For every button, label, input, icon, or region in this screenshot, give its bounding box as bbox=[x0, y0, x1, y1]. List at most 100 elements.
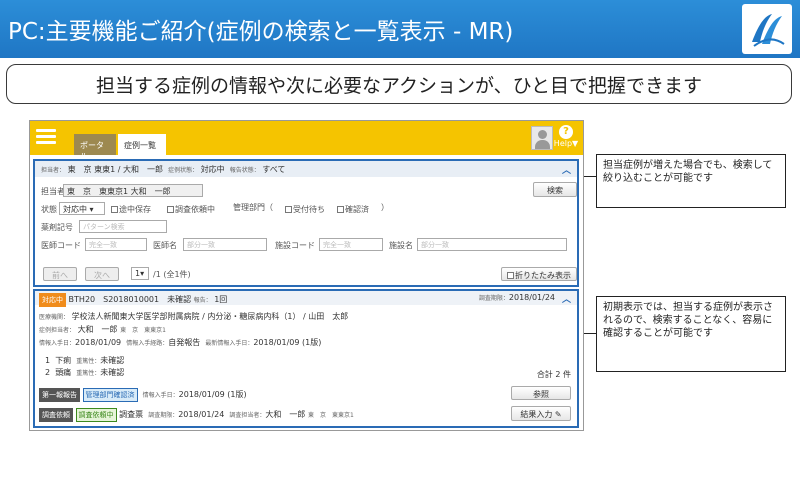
collapse-chevron-icon[interactable]: ︿ bbox=[562, 163, 571, 176]
received-check-icon[interactable] bbox=[285, 206, 292, 213]
status-label: 状態 bbox=[41, 205, 57, 214]
callout-connector-1 bbox=[584, 176, 596, 177]
status-select[interactable]: 対応中 ▾ bbox=[59, 202, 105, 215]
institution-label: 医療機関： bbox=[39, 314, 70, 321]
page-info: /1 (全1件) bbox=[153, 270, 191, 279]
brand-logo bbox=[742, 4, 792, 54]
doctor-code-input[interactable]: 完全一致 bbox=[85, 238, 147, 251]
report-count-label: 報告： bbox=[193, 297, 212, 304]
summary-report-value: すべて bbox=[262, 165, 286, 174]
case-tantou-row: 症例担当者： 大和 一郎 東 京 東東京1 bbox=[39, 324, 166, 335]
confirmed-check-icon[interactable] bbox=[337, 206, 344, 213]
facility-name-input[interactable]: 部分一致 bbox=[417, 238, 567, 251]
event2-no: 2 bbox=[45, 368, 51, 377]
investigate-check-icon[interactable] bbox=[167, 206, 174, 213]
investigate-badge: 調査依頼 bbox=[39, 408, 73, 422]
total-count: 合計 2 件 bbox=[536, 370, 571, 379]
facility-name-label: 施設名 bbox=[389, 241, 413, 250]
survey-label: 調査票 bbox=[119, 410, 144, 419]
case-tantou-dept: 東 京 東東京1 bbox=[120, 327, 166, 334]
title-bar: PC:主要機能ご紹介(症例の検索と一覧表示 - MR) bbox=[0, 0, 800, 58]
next-button[interactable]: 次へ bbox=[85, 267, 119, 281]
result-input-label: 結果入力 bbox=[520, 410, 553, 419]
tantou-label: 担当者 bbox=[41, 187, 65, 196]
event2-name: 頭痛 bbox=[55, 368, 72, 377]
summary-report-label: 報告状態： bbox=[229, 167, 260, 174]
institution-row: 医療機関： 学校法人新聞東大学医学部附属病院 / 内分泌・糖尿病内科（1） / … bbox=[39, 311, 348, 322]
event-row-1: 1 下痢 重篤性：未確認 bbox=[45, 355, 124, 366]
help-button[interactable]: ? Help▼ bbox=[553, 125, 579, 151]
fold-toggle[interactable]: 折りたたみ表示 bbox=[501, 267, 577, 281]
latest-date-label: 最新情報入手日： bbox=[205, 340, 254, 347]
callout-search: 担当症例が増えた場合でも、検索して絞り込むことが可能です bbox=[596, 154, 786, 208]
fold-check-icon[interactable] bbox=[507, 272, 514, 279]
event2-value: 未確認 bbox=[100, 368, 125, 377]
first-info-label: 情報入手日： bbox=[142, 392, 179, 399]
status-badge: 対応中 bbox=[39, 293, 66, 307]
search-panel: 担当者： 東 京 東東1 / 大和 一郎 症例状態： 対応中 報告状態： すべて… bbox=[33, 159, 579, 287]
doctor-name-input[interactable]: 部分一致 bbox=[183, 238, 267, 251]
result-header[interactable]: 対応中 BTH20 S2018010001 未確認 報告： 1回 調査期限：20… bbox=[35, 291, 577, 307]
received-label: 受付待ち bbox=[293, 205, 325, 214]
logo-mark bbox=[752, 14, 785, 47]
callout-list: 初期表示では、担当する症例が表示されるので、検索することなく、容易に確認すること… bbox=[596, 296, 786, 372]
doctor-code-label: 医師コード bbox=[41, 241, 81, 250]
case-tantou-label: 症例担当者： bbox=[39, 327, 76, 334]
drug-input[interactable]: パターン検索 bbox=[79, 220, 167, 233]
summary-status-value: 対応中 bbox=[200, 165, 225, 174]
search-summary[interactable]: 担当者： 東 京 東東1 / 大和 一郎 症例状態： 対応中 報告状態： すべて… bbox=[35, 161, 577, 177]
case-tantou-value: 大和 一郎 bbox=[77, 325, 118, 334]
event-row-2: 2 頭痛 重篤性：未確認 bbox=[45, 367, 124, 378]
event1-label: 重篤性： bbox=[76, 358, 101, 365]
event1-no: 1 bbox=[45, 356, 51, 365]
app-header: ポータル 症例一覧 ? Help▼ bbox=[30, 121, 583, 161]
pause-label: 途中保存 bbox=[119, 205, 151, 214]
first-report-badge: 第一報報告 bbox=[39, 388, 80, 402]
search-button[interactable]: 検索 bbox=[533, 182, 577, 197]
result-collapse-icon[interactable]: ︿ bbox=[562, 292, 571, 305]
event1-name: 下痢 bbox=[55, 356, 72, 365]
pencil-icon: ✎ bbox=[554, 410, 562, 419]
callout-connector-2 bbox=[584, 333, 596, 334]
first-info-value: 2018/01/09 (1版) bbox=[178, 390, 247, 399]
app-screenshot: ポータル 症例一覧 ? Help▼ 担当者： 東 京 東東1 / 大和 一郎 症… bbox=[29, 120, 584, 431]
doctor-name-label: 医師名 bbox=[153, 241, 177, 250]
survey-tantou-label: 調査担当者： bbox=[229, 412, 266, 419]
facility-code-input[interactable]: 完全一致 bbox=[319, 238, 383, 251]
fold-label: 折りたたみ表示 bbox=[515, 271, 571, 280]
tab-case-list[interactable]: 症例一覧 bbox=[118, 134, 166, 155]
pause-check-icon[interactable] bbox=[111, 206, 118, 213]
survey-due-label: 調査期限： bbox=[148, 412, 179, 419]
summary-tantou-value: 東 京 東東1 / 大和 一郎 bbox=[67, 165, 163, 174]
investigate-label: 調査依頼中 bbox=[175, 205, 215, 214]
due-date-label: 調査期限： bbox=[478, 295, 509, 302]
tab-portal[interactable]: ポータル bbox=[74, 134, 116, 161]
info-date-value: 2018/01/09 bbox=[75, 338, 122, 347]
tantou-field[interactable]: 東 京 東東京1 大和 一郎 bbox=[63, 184, 203, 197]
info-row: 情報入手日：2018/01/09 情報入手経路：自発報告 最新情報入手日：201… bbox=[39, 337, 321, 348]
confirmed-checkbox[interactable]: 確認済 bbox=[337, 204, 369, 215]
subtitle-box: 担当する症例の情報や次に必要なアクションが、ひと目で把握できます bbox=[6, 64, 792, 104]
first-report-row: 第一報報告 管理部門確認済 情報入手日：2018/01/09 (1版) bbox=[39, 388, 247, 402]
prev-button[interactable]: 前へ bbox=[43, 267, 77, 281]
survey-tantou-value: 大和 一郎 bbox=[265, 410, 306, 419]
investigate-checkbox[interactable]: 調査依頼中 bbox=[167, 204, 215, 215]
received-checkbox[interactable]: 受付待ち bbox=[285, 204, 325, 215]
survey-due-value: 2018/01/24 bbox=[178, 410, 225, 419]
user-avatar-icon[interactable] bbox=[531, 126, 553, 150]
drug-label: 薬剤記号 bbox=[41, 223, 73, 232]
mgmt-label: 管理部門（ bbox=[233, 203, 273, 212]
page-select[interactable]: 1▾ bbox=[131, 267, 149, 280]
info-route-label: 情報入手経路： bbox=[126, 340, 169, 347]
menu-icon[interactable] bbox=[36, 129, 56, 145]
event2-label: 重篤性： bbox=[76, 370, 101, 377]
pause-checkbox[interactable]: 途中保存 bbox=[111, 204, 151, 215]
facility-code-label: 施設コード bbox=[275, 241, 315, 250]
reference-button[interactable]: 参照 bbox=[511, 386, 571, 400]
summary-status-label: 症例状態： bbox=[168, 167, 199, 174]
result-input-button[interactable]: 結果入力 ✎ bbox=[511, 406, 571, 421]
institution-value: 学校法人新聞東大学医学部附属病院 / 内分泌・糖尿病内科（1） / 山田 太郎 bbox=[71, 312, 349, 321]
due-date-group: 調査期限：2018/01/24 bbox=[479, 293, 555, 302]
report-count: 1回 bbox=[214, 295, 228, 304]
summary-tantou-label: 担当者： bbox=[41, 167, 66, 174]
